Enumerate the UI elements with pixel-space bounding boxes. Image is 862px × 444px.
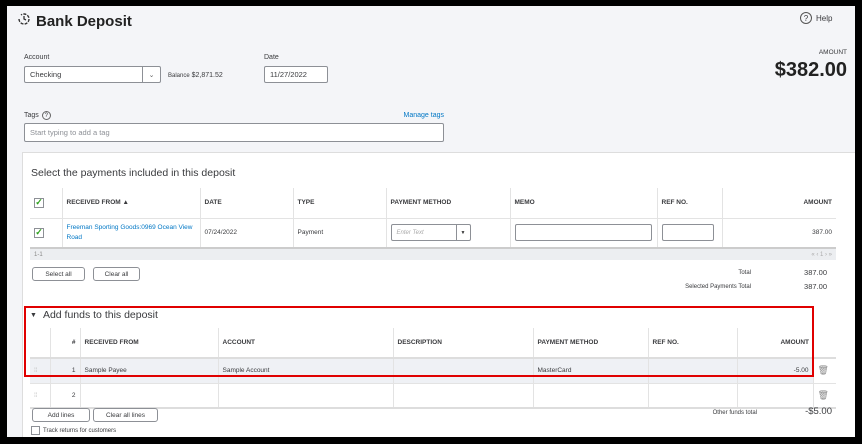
column-date[interactable]: DATE bbox=[199, 188, 293, 218]
row-payment-method[interactable] bbox=[532, 382, 648, 408]
row-account[interactable] bbox=[217, 382, 393, 408]
table-footer: 1-1 « ‹ 1 › » bbox=[30, 247, 836, 260]
tags-label: Tags bbox=[24, 112, 39, 119]
received-from-link[interactable]: Freeman Sporting Goods:0969 Ocean View R… bbox=[61, 217, 200, 248]
date-input[interactable]: 11/27/2022 bbox=[264, 66, 328, 83]
row-date: 07/24/2022 bbox=[199, 217, 293, 248]
row-number: 2 bbox=[49, 382, 80, 408]
page-range: 1-1 bbox=[30, 247, 722, 260]
row-ref-no[interactable] bbox=[647, 382, 737, 408]
account-value: Checking bbox=[30, 70, 62, 79]
other-funds-total-label: Other funds total bbox=[712, 410, 757, 416]
clear-all-button[interactable]: Clear all bbox=[93, 267, 140, 281]
payments-table: ✓ RECEIVED FROM ▲ DATE TYPE PAYMENT METH… bbox=[30, 188, 836, 260]
selected-total-value: 387.00 bbox=[804, 282, 827, 291]
other-funds-total-value: -$5.00 bbox=[805, 406, 832, 417]
bank-deposit-page: Bank Deposit ? Help Account Checking ⌄ B… bbox=[7, 6, 855, 437]
row-received-from[interactable] bbox=[79, 382, 218, 408]
table-row: ✓ Freeman Sporting Goods:0969 Ocean View… bbox=[30, 217, 836, 248]
row-type: Payment bbox=[292, 217, 386, 248]
row-amount[interactable] bbox=[736, 382, 813, 408]
total-value: 387.00 bbox=[804, 268, 827, 277]
caret-down-icon[interactable]: ▼ bbox=[455, 225, 470, 241]
help-label: Help bbox=[816, 13, 833, 23]
help-icon[interactable]: ? bbox=[41, 111, 51, 120]
balance-value: $2,871.52 bbox=[191, 72, 223, 79]
page-title: Bank Deposit bbox=[36, 13, 132, 30]
track-returns-checkbox[interactable]: Track returns for customers bbox=[31, 426, 116, 435]
table-row[interactable]: ⁞⁞ 2 🗑 bbox=[30, 382, 836, 408]
account-label: Account bbox=[24, 54, 50, 61]
column-amount[interactable]: AMOUNT bbox=[721, 188, 836, 218]
checkbox[interactable] bbox=[31, 426, 40, 435]
track-returns-label: Track returns for customers bbox=[43, 427, 117, 434]
help-button[interactable]: ? Help bbox=[800, 12, 832, 24]
clear-all-lines-button[interactable]: Clear all lines bbox=[93, 408, 158, 422]
selected-total-label: Selected Payments Total bbox=[685, 284, 751, 290]
table-header: ✓ RECEIVED FROM ▲ DATE TYPE PAYMENT METH… bbox=[30, 188, 836, 218]
amount-total: $382.00 bbox=[774, 59, 847, 81]
account-select[interactable]: Checking ⌄ bbox=[24, 66, 161, 83]
add-lines-button[interactable]: Add lines bbox=[32, 408, 90, 422]
total-label: Total bbox=[738, 270, 751, 276]
amount-label: AMOUNT bbox=[818, 49, 847, 56]
column-ref-no: REF NO. bbox=[656, 188, 722, 218]
select-all-button[interactable]: Select all bbox=[32, 267, 85, 281]
payment-method-select[interactable]: Enter Text ▼ bbox=[390, 224, 471, 242]
drag-handle-icon[interactable]: ⁞⁞ bbox=[30, 382, 50, 408]
highlight-box bbox=[24, 306, 814, 377]
column-payment-method: PAYMENT METHOD bbox=[385, 188, 510, 218]
column-received-from[interactable]: RECEIVED FROM ▲ bbox=[61, 188, 200, 218]
payments-heading: Select the payments included in this dep… bbox=[31, 167, 236, 179]
trash-icon[interactable]: 🗑 bbox=[812, 357, 836, 383]
pagination[interactable]: « ‹ 1 › » bbox=[722, 247, 836, 260]
column-memo: MEMO bbox=[509, 188, 657, 218]
tags-input[interactable]: Start typing to add a tag bbox=[24, 123, 444, 142]
memo-input[interactable] bbox=[514, 224, 652, 242]
row-description[interactable] bbox=[392, 382, 533, 408]
manage-tags-link[interactable]: Manage tags bbox=[404, 112, 444, 119]
balance-label: Balance bbox=[168, 73, 190, 79]
date-label: Date bbox=[264, 54, 279, 61]
chevron-down-icon[interactable]: ⌄ bbox=[142, 67, 160, 82]
row-checkbox[interactable]: ✓ bbox=[34, 227, 44, 238]
row-amount: 387.00 bbox=[721, 217, 836, 248]
payment-method-placeholder: Enter Text bbox=[396, 229, 424, 236]
trash-icon[interactable]: 🗑 bbox=[812, 382, 836, 408]
history-icon[interactable] bbox=[16, 11, 32, 27]
ref-no-input[interactable] bbox=[661, 224, 714, 242]
select-all-checkbox[interactable]: ✓ bbox=[34, 197, 44, 208]
help-icon: ? bbox=[800, 12, 812, 24]
column-type[interactable]: TYPE bbox=[292, 188, 386, 218]
